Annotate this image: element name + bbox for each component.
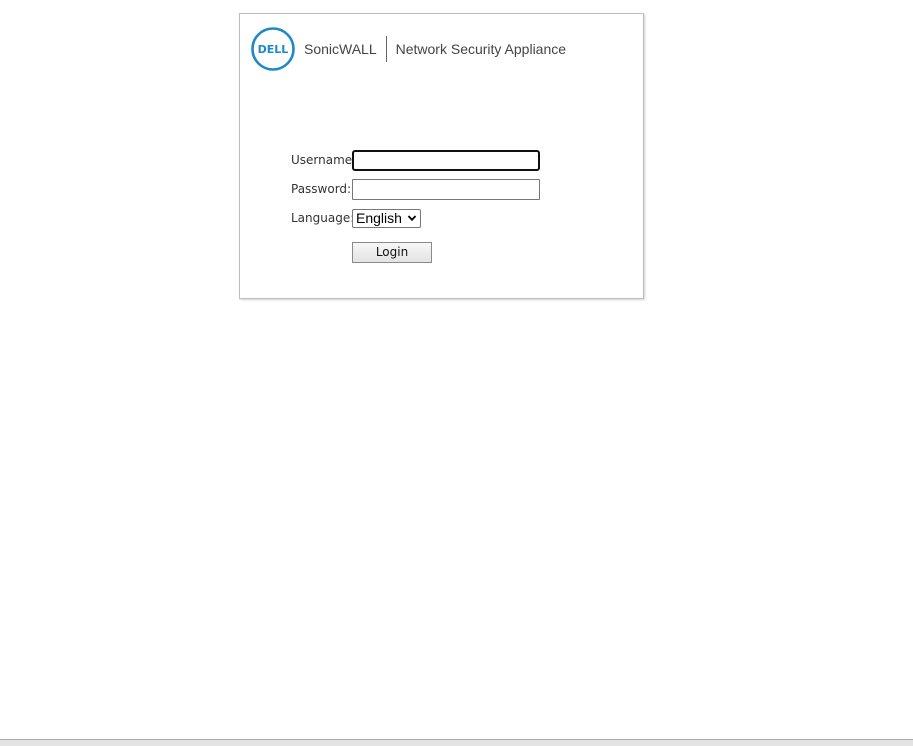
chevron-down-icon [407,215,417,222]
language-select[interactable]: English [352,208,421,228]
language-row: Language: English [291,207,421,229]
password-label: Password: [291,182,352,196]
status-bar [0,739,913,746]
dell-logo-text: DELL [258,43,289,56]
language-label: Language: [291,211,355,225]
login-button[interactable]: Login [352,242,432,263]
brand-name: SonicWALL [304,41,377,57]
username-label: Username: [291,153,357,167]
password-row: Password: [291,178,540,200]
username-row: Username: [291,149,540,171]
login-panel: DELL SonicWALL Network Security Applianc… [239,13,644,299]
language-selected-value: English [356,210,402,226]
password-input[interactable] [352,178,540,200]
username-input[interactable] [352,149,540,171]
dell-logo-icon: DELL [251,27,295,71]
brand-divider [385,36,387,62]
product-name: Network Security Appliance [395,41,567,57]
brand-header: DELL SonicWALL Network Security Applianc… [251,26,566,72]
